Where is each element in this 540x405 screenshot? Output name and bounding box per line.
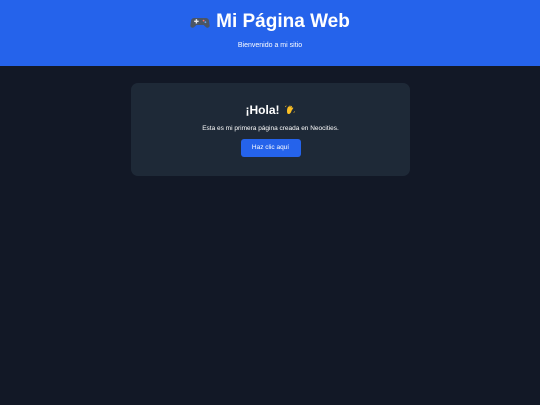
site-header: Mi Página Web Bienvenido a mi sitio	[0, 0, 540, 66]
card-heading-row: ¡Hola!	[131, 102, 410, 118]
click-here-button[interactable]: Haz clic aquí	[240, 139, 301, 157]
welcome-card: ¡Hola! Esta es mi primera página creada …	[131, 83, 410, 176]
card-text: Esta es mi primera página creada en Neoc…	[202, 125, 339, 132]
page-subtitle: Bienvenido a mi sitio	[237, 42, 303, 49]
gamepad-icon	[190, 12, 210, 32]
page-title: Mi Página Web	[216, 11, 350, 32]
waving-hand-icon	[284, 104, 296, 116]
page-title-row: Mi Página Web	[0, 11, 540, 33]
card-heading: ¡Hola!	[245, 103, 280, 117]
